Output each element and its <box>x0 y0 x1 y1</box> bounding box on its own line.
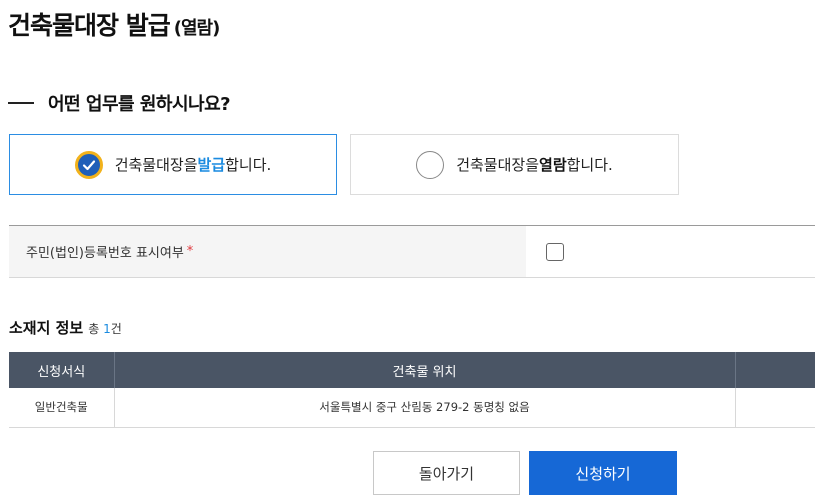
location-heading: 소재지 정보 총 1건 <box>9 317 122 338</box>
cell-location: 서울특별시 중구 산림동 279-2 동명칭 없음 <box>114 388 736 428</box>
location-count-prefix: 총 <box>88 322 104 336</box>
registration-label: 주민(법인)등록번호 표시여부 * <box>9 226 526 277</box>
page-title: 건축물대장 발급 (열람) <box>8 6 221 42</box>
back-button[interactable]: 돌아가기 <box>373 451 520 495</box>
option-view-suffix: 합니다. <box>566 156 613 174</box>
column-header-location: 건축물 위치 <box>114 352 736 388</box>
check-circle-icon <box>74 150 103 179</box>
heading-dash <box>8 102 34 104</box>
apply-button[interactable]: 신청하기 <box>529 451 677 495</box>
registration-label-text: 주민(법인)등록번호 표시여부 <box>26 246 184 261</box>
option-view[interactable]: 건축물대장을 열람 합니다. <box>350 134 679 195</box>
option-view-prefix: 건축물대장을 <box>456 156 540 174</box>
cell-extra <box>735 388 815 428</box>
registration-value <box>526 226 815 277</box>
radio-empty-icon <box>416 150 445 179</box>
location-count: 총 1건 <box>88 320 122 337</box>
option-issue-prefix: 건축물대장을 <box>114 156 198 174</box>
location-table: 신청서식 건축물 위치 일반건축물 서울특별시 중구 산림동 279-2 동명칭… <box>9 352 815 428</box>
option-issue-keyword: 발급 <box>197 156 226 174</box>
location-count-number: 1 <box>103 322 111 336</box>
location-title: 소재지 정보 <box>9 319 84 337</box>
option-issue-suffix: 합니다. <box>225 156 272 174</box>
location-count-suffix: 건 <box>110 322 122 336</box>
registration-row: 주민(법인)등록번호 표시여부 * <box>9 225 815 278</box>
table-header-row: 신청서식 건축물 위치 <box>9 352 815 388</box>
registration-checkbox[interactable] <box>546 242 564 261</box>
question-text: 어떤 업무를 원하시나요? <box>48 94 231 115</box>
page-title-suffix: (열람) <box>173 18 221 39</box>
column-header-extra <box>735 352 815 388</box>
option-view-keyword: 열람 <box>539 156 567 174</box>
option-issue[interactable]: 건축물대장을 발급 합니다. <box>9 134 337 195</box>
table-row: 일반건축물 서울특별시 중구 산림동 279-2 동명칭 없음 <box>9 388 815 428</box>
question-heading: 어떤 업무를 원하시나요? <box>8 90 231 116</box>
required-mark: * <box>186 244 194 259</box>
cell-form: 일반건축물 <box>9 388 115 428</box>
column-header-form: 신청서식 <box>9 352 115 388</box>
page-title-text: 건축물대장 발급 <box>8 11 171 40</box>
